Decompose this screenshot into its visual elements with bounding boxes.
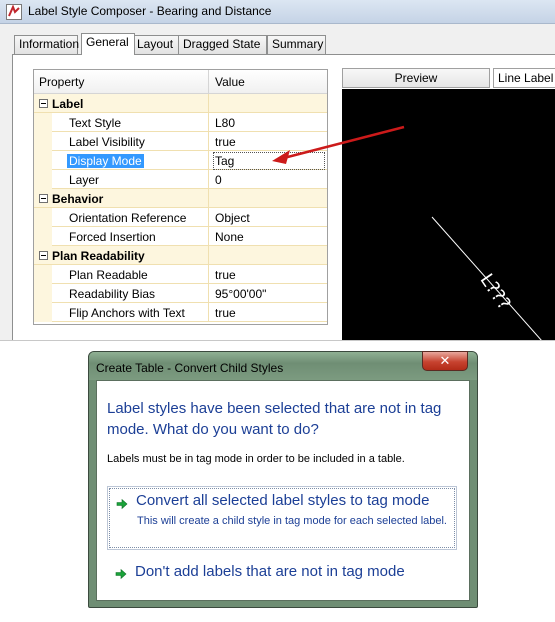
selected-property-name: Display Mode xyxy=(67,154,144,168)
line-label-style-tab[interactable]: Line Label St xyxy=(493,68,555,88)
property-row-label-visibility[interactable]: Label Visibility true xyxy=(34,132,327,151)
property-row-display-mode[interactable]: Display Mode Tag xyxy=(34,151,327,170)
preview-tab[interactable]: Preview xyxy=(342,68,490,88)
row-gutter xyxy=(34,303,52,322)
window-title: Label Style Composer - Bearing and Dista… xyxy=(28,4,272,18)
category-row-behavior[interactable]: Behavior xyxy=(34,189,327,208)
dialog-body: Label styles have been selected that are… xyxy=(96,380,470,601)
row-gutter xyxy=(34,227,52,246)
property-row-plan-readable[interactable]: Plan Readable true xyxy=(34,265,327,284)
property-name: Flip Anchors with Text xyxy=(69,306,185,320)
tab-general[interactable]: General xyxy=(81,33,135,55)
property-name: Text Style xyxy=(69,116,122,130)
convert-to-tag-mode-command-link[interactable]: Convert all selected label styles to tag… xyxy=(107,486,457,550)
collapse-icon[interactable] xyxy=(39,194,48,203)
dialog-main-instruction: Label styles have been selected that are… xyxy=(107,400,442,438)
column-divider[interactable] xyxy=(208,70,209,94)
command-link-label: Don't add labels that are not in tag mod… xyxy=(135,563,405,580)
row-gutter xyxy=(34,113,52,132)
collapse-icon[interactable] xyxy=(39,99,48,108)
cell-divider xyxy=(208,208,209,227)
tab-summary[interactable]: Summary xyxy=(267,35,326,54)
property-value[interactable]: L80 xyxy=(215,116,235,130)
dialog-content-text: Labels must be in tag mode in order to b… xyxy=(107,453,405,465)
tab-layout[interactable]: Layout xyxy=(132,35,179,54)
row-gutter xyxy=(34,151,52,170)
cell-divider xyxy=(208,132,209,151)
property-row-layer[interactable]: Layer 0 xyxy=(34,170,327,189)
property-value[interactable]: None xyxy=(215,230,244,244)
command-link-label: Convert all selected label styles to tag… xyxy=(136,492,430,509)
property-name: Readability Bias xyxy=(69,287,156,301)
row-gutter xyxy=(34,132,52,151)
property-name: Plan Readable xyxy=(69,268,148,282)
row-gutter xyxy=(34,265,52,284)
property-row-forced-insertion[interactable]: Forced Insertion None xyxy=(34,227,327,246)
property-value[interactable]: 95°00'00" xyxy=(215,287,266,301)
cell-divider xyxy=(208,170,209,189)
label-style-composer-window: Label Style Composer - Bearing and Dista… xyxy=(0,0,555,341)
property-name: Label Visibility xyxy=(69,135,145,149)
cell-divider xyxy=(208,189,209,208)
cell-divider xyxy=(208,303,209,322)
property-value[interactable]: true xyxy=(215,268,236,282)
green-arrow-icon xyxy=(116,498,128,510)
cell-divider xyxy=(208,151,209,170)
property-grid-header: Property Value xyxy=(34,70,327,94)
collapse-icon[interactable] xyxy=(39,251,48,260)
category-label: Label xyxy=(52,97,84,111)
property-grid: Property Value Label Text Style L80 Labe… xyxy=(33,69,328,325)
property-value[interactable]: true xyxy=(215,306,236,320)
tab-dragged-state[interactable]: Dragged State xyxy=(178,35,267,54)
value-column-header[interactable]: Value xyxy=(215,75,245,89)
property-name: Layer xyxy=(69,173,100,187)
app-icon xyxy=(6,4,22,20)
close-icon: ✕ xyxy=(439,353,451,368)
category-row-label[interactable]: Label xyxy=(34,94,327,113)
preview-line-icon xyxy=(431,216,542,340)
cell-divider xyxy=(208,227,209,246)
category-label: Plan Readability xyxy=(52,249,145,263)
command-link-note: This will create a child style in tag mo… xyxy=(137,515,447,527)
title-bar[interactable]: Label Style Composer - Bearing and Dista… xyxy=(0,0,555,24)
row-gutter xyxy=(34,208,52,227)
property-row-text-style[interactable]: Text Style L80 xyxy=(34,113,327,132)
property-value[interactable]: 0 xyxy=(215,173,222,187)
dont-add-labels-command-link[interactable]: Don't add labels that are not in tag mod… xyxy=(107,557,457,587)
cell-divider xyxy=(208,265,209,284)
category-row-plan-readability[interactable]: Plan Readability xyxy=(34,246,327,265)
close-button[interactable]: ✕ xyxy=(422,351,468,371)
cell-divider xyxy=(208,94,209,113)
cell-divider xyxy=(208,113,209,132)
preview-canvas[interactable] xyxy=(342,89,555,340)
create-table-dialog: Create Table - Convert Child Styles ✕ La… xyxy=(88,351,478,608)
dialog-title-bar[interactable]: Create Table - Convert Child Styles ✕ xyxy=(89,351,477,380)
property-name: Orientation Reference xyxy=(69,211,187,225)
tab-information[interactable]: Information xyxy=(14,35,79,54)
property-name: Forced Insertion xyxy=(69,230,156,244)
row-gutter xyxy=(34,170,52,189)
property-value[interactable]: Object xyxy=(215,211,250,225)
property-row-flip-anchors[interactable]: Flip Anchors with Text true xyxy=(34,303,327,322)
display-mode-value-field[interactable]: Tag xyxy=(213,152,325,170)
category-label: Behavior xyxy=(52,192,104,206)
row-gutter xyxy=(34,284,52,303)
cell-divider xyxy=(208,284,209,303)
property-row-readability-bias[interactable]: Readability Bias 95°00'00" xyxy=(34,284,327,303)
property-column-header[interactable]: Property xyxy=(39,75,84,89)
dialog-title: Create Table - Convert Child Styles xyxy=(96,361,284,375)
green-arrow-icon xyxy=(115,568,127,580)
property-name: Display Mode xyxy=(67,154,144,168)
property-row-orientation-reference[interactable]: Orientation Reference Object xyxy=(34,208,327,227)
cell-divider xyxy=(208,246,209,265)
property-value[interactable]: true xyxy=(215,135,236,149)
